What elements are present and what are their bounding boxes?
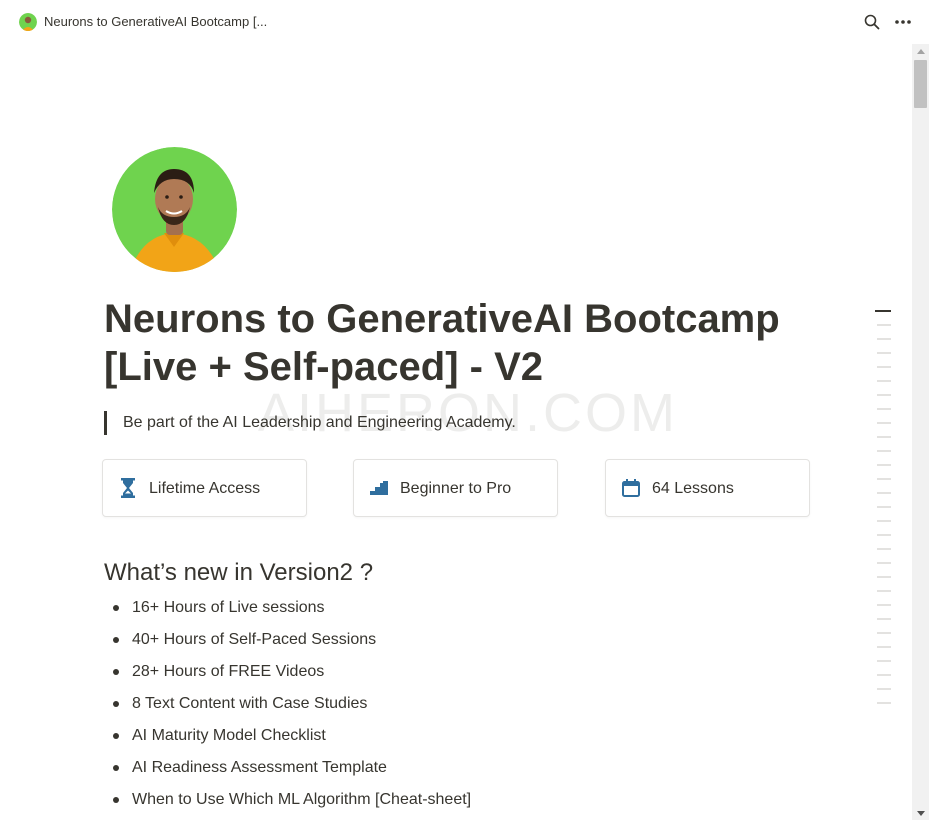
toc-marker[interactable] <box>877 632 891 634</box>
toc-marker[interactable] <box>877 436 891 438</box>
toc-marker-active[interactable] <box>875 310 891 312</box>
bullet-dot-icon <box>113 797 119 803</box>
list-item: 40+ Hours of Self-Paced Sessions <box>104 624 471 656</box>
toc-marker[interactable] <box>877 380 891 382</box>
list-item: 28+ Hours of FREE Videos <box>104 656 471 688</box>
hourglass-icon <box>117 477 139 499</box>
list-item: 16+ Hours of Live sessions <box>104 592 471 624</box>
toc-marker[interactable] <box>877 408 891 410</box>
list-item: When to Use Which ML Algorithm [Cheat-sh… <box>104 784 471 816</box>
table-of-contents-minimap[interactable] <box>875 310 891 716</box>
list-item: AI Readiness Assessment Template <box>104 752 471 784</box>
toc-marker[interactable] <box>877 352 891 354</box>
toc-marker[interactable] <box>877 422 891 424</box>
list-item-text: 8 Text Content with Case Studies <box>132 695 368 712</box>
toc-marker[interactable] <box>877 478 891 480</box>
list-item-text: AI Readiness Assessment Template <box>132 759 387 776</box>
site-favicon-icon <box>19 13 37 31</box>
toc-marker[interactable] <box>877 450 891 452</box>
toc-marker[interactable] <box>877 674 891 676</box>
toc-marker[interactable] <box>877 338 891 340</box>
list-item-text: 28+ Hours of FREE Videos <box>132 663 325 680</box>
list-item-text: AI Maturity Model Checklist <box>132 727 326 744</box>
calendar-icon <box>620 477 642 499</box>
scroll-down-arrow-icon[interactable] <box>912 806 929 820</box>
toc-marker[interactable] <box>877 646 891 648</box>
bullet-dot-icon <box>113 637 119 643</box>
feature-card-label: 64 Lessons <box>652 480 734 497</box>
toc-marker[interactable] <box>877 324 891 326</box>
bullet-dot-icon <box>113 605 119 611</box>
page-tab-title: Neurons to GenerativeAI Bootcamp [... <box>44 14 268 29</box>
search-icon[interactable] <box>860 10 884 34</box>
feature-card-lifetime-access[interactable]: Lifetime Access <box>102 459 307 517</box>
list-item-text: When to Use Which ML Algorithm [Cheat-sh… <box>132 791 472 808</box>
bullet-dot-icon <box>113 765 119 771</box>
toc-marker[interactable] <box>877 520 891 522</box>
page-scrollbar[interactable] <box>912 44 929 820</box>
toc-marker[interactable] <box>877 548 891 550</box>
whats-new-list: 16+ Hours of Live sessions 40+ Hours of … <box>104 592 471 816</box>
toc-marker[interactable] <box>877 366 891 368</box>
page-icon-avatar <box>112 147 237 272</box>
toc-marker[interactable] <box>877 562 891 564</box>
toc-marker[interactable] <box>877 492 891 494</box>
toc-marker[interactable] <box>877 702 891 704</box>
toc-marker[interactable] <box>877 576 891 578</box>
toc-marker[interactable] <box>877 464 891 466</box>
toc-marker[interactable] <box>877 534 891 536</box>
bullet-dot-icon <box>113 669 119 675</box>
toc-marker[interactable] <box>877 590 891 592</box>
scroll-up-arrow-icon[interactable] <box>912 44 929 58</box>
feature-card-label: Beginner to Pro <box>400 480 512 497</box>
bullet-dot-icon <box>113 733 119 739</box>
bullet-dot-icon <box>113 701 119 707</box>
toc-marker[interactable] <box>877 394 891 396</box>
list-item-text: 16+ Hours of Live sessions <box>132 599 325 616</box>
list-item-text: 40+ Hours of Self-Paced Sessions <box>132 631 377 648</box>
list-item: 8 Text Content with Case Studies <box>104 688 471 720</box>
section-heading-whats-new: What’s new in Version2 ? <box>104 559 374 586</box>
feature-card-beginner-to-pro[interactable]: Beginner to Pro <box>353 459 558 517</box>
top-bar: Neurons to GenerativeAI Bootcamp [... <box>0 0 929 44</box>
feature-card-lessons[interactable]: 64 Lessons <box>605 459 810 517</box>
more-options-icon[interactable] <box>891 10 915 34</box>
page-quote: Be part of the AI Leadership and Enginee… <box>104 411 516 435</box>
toc-marker[interactable] <box>877 604 891 606</box>
scrollbar-thumb[interactable] <box>914 60 927 108</box>
toc-marker[interactable] <box>877 660 891 662</box>
page-title: Neurons to GenerativeAI Bootcamp [Live +… <box>104 297 780 389</box>
feature-card-label: Lifetime Access <box>149 480 261 497</box>
toc-marker[interactable] <box>877 618 891 620</box>
list-item: AI Maturity Model Checklist <box>104 720 471 752</box>
toc-marker[interactable] <box>877 688 891 690</box>
toc-marker[interactable] <box>877 506 891 508</box>
stairs-icon <box>368 477 390 499</box>
